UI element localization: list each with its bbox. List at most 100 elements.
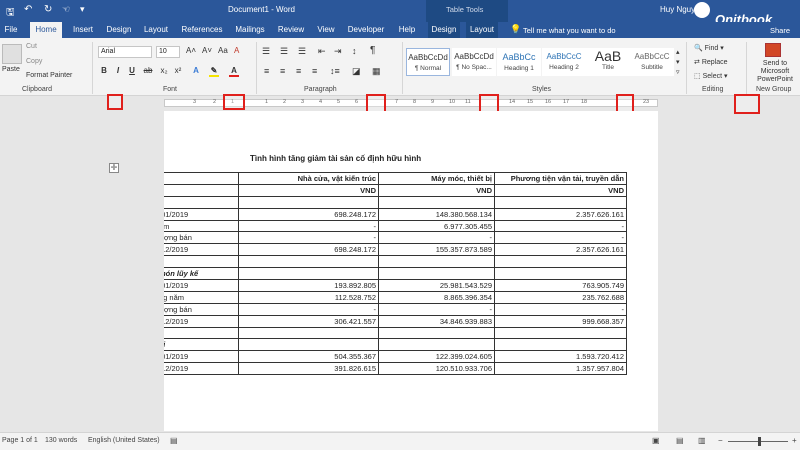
table-row[interactable]: /01/2019193.892.80525.981.543.529763.905… <box>164 279 627 292</box>
document-page[interactable]: Tình hình tăng giảm tài sản cố định hữu … <box>164 111 658 431</box>
tab-table-layout[interactable]: Layout <box>466 22 498 38</box>
font-color-icon[interactable]: A <box>229 66 239 77</box>
strikethrough-icon[interactable]: ab <box>143 66 153 75</box>
style-title[interactable]: AaB Title <box>586 48 630 76</box>
tab-mailings[interactable]: Mailings <box>232 22 268 38</box>
tab-file[interactable]: File <box>2 22 20 38</box>
style-normal[interactable]: AaBbCcDd ¶ Normal <box>406 48 450 76</box>
avatar[interactable] <box>694 2 710 18</box>
table-row[interactable] <box>164 195 627 209</box>
right-indent-marker-highlight[interactable] <box>734 94 760 114</box>
style-heading-1[interactable]: AaBbCc Heading 1 <box>497 48 541 76</box>
tab-review[interactable]: Review <box>276 22 306 38</box>
share-button[interactable]: Share <box>770 26 790 35</box>
touch-mode-icon[interactable]: ☜ <box>62 4 70 15</box>
tab-insert[interactable]: Insert <box>70 22 96 38</box>
find-button[interactable]: 🔍 Find ▾ <box>694 44 724 52</box>
cut-button[interactable]: Cut <box>26 43 37 50</box>
show-marks-icon[interactable]: ¶ <box>370 45 375 56</box>
table-row[interactable]: ăm-6.977.305.455- <box>164 219 627 233</box>
vertical-ruler[interactable] <box>0 111 8 431</box>
save-icon[interactable]: 🖫 <box>6 5 15 22</box>
print-layout-icon[interactable]: ▤ <box>676 436 684 445</box>
superscript-icon[interactable]: x² <box>173 66 183 75</box>
italic-icon[interactable]: I <box>113 66 123 75</box>
paste-button[interactable]: Paste <box>2 66 20 73</box>
customize-qat-icon[interactable]: ▾ <box>80 4 85 15</box>
table-section-row[interactable]: ại <box>164 338 627 352</box>
table-row[interactable]: /12/2019698.248.172155.357.873.5892.357.… <box>164 243 627 257</box>
asset-table[interactable]: Nhà cửa, vật kiến trúc Máy móc, thiết bị… <box>164 172 627 376</box>
styles-scroll-down-icon[interactable]: ▾ <box>676 58 680 66</box>
tab-view[interactable]: View <box>314 22 338 38</box>
align-left-icon[interactable]: ≡ <box>264 66 269 76</box>
styles-more-icon[interactable]: ▿ <box>676 68 680 76</box>
font-name-select[interactable]: Arial <box>98 46 152 58</box>
numbering-icon[interactable]: ☰ <box>280 46 288 57</box>
tab-help[interactable]: Help <box>396 22 418 38</box>
table-row[interactable]: ng năm112.528.7528.865.396.354235.762.68… <box>164 290 627 304</box>
shrink-font-icon[interactable]: A˅ <box>202 46 212 55</box>
tab-home[interactable]: Home <box>30 22 62 38</box>
table-row[interactable]: /01/2019504.355.367122.399.024.6051.593.… <box>164 350 627 364</box>
redo-icon[interactable]: ↻ <box>44 4 52 15</box>
tab-developer[interactable]: Developer <box>344 22 388 38</box>
left-indent-marker-highlight[interactable] <box>107 94 123 110</box>
clear-format-icon[interactable]: A <box>234 46 239 55</box>
table-section-row[interactable]: món lũy kế <box>164 267 627 281</box>
styles-scroll-up-icon[interactable]: ▴ <box>676 48 680 56</box>
change-case-icon[interactable]: Aa <box>218 46 228 55</box>
read-mode-icon[interactable]: ▣ <box>652 436 660 445</box>
tab-layout[interactable]: Layout <box>142 22 170 38</box>
style-no-spacing[interactable]: AaBbCcDd ¶ No Spac... <box>452 48 496 76</box>
align-right-icon[interactable]: ≡ <box>296 66 301 76</box>
paste-icon[interactable] <box>2 44 22 64</box>
bullets-icon[interactable]: ☰ <box>262 46 270 57</box>
format-painter-button[interactable]: Format Painter <box>26 72 72 79</box>
word-count[interactable]: 130 words <box>45 437 77 444</box>
style-subtitle[interactable]: AaBbCcC Subtitle <box>630 48 674 76</box>
font-size-select[interactable]: 10 <box>156 46 180 58</box>
macro-recording-icon[interactable]: ▤ <box>170 436 178 445</box>
borders-icon[interactable]: ▦ <box>372 66 381 77</box>
table-row[interactable]: /12/2019391.826.615120.510.933.7061.357.… <box>164 362 627 376</box>
underline-icon[interactable]: U <box>127 66 137 75</box>
text-effects-icon[interactable]: A <box>191 66 201 75</box>
select-button[interactable]: ⬚ Select ▾ <box>694 72 728 80</box>
zoom-in-icon[interactable]: + <box>792 436 797 445</box>
table-row[interactable] <box>164 326 627 340</box>
multilevel-icon[interactable]: ☰ <box>298 46 306 57</box>
table-row[interactable] <box>164 255 627 269</box>
copy-button[interactable]: Copy <box>26 58 42 65</box>
zoom-slider-thumb[interactable] <box>758 437 761 446</box>
style-heading-2[interactable]: AaBbCcC Heading 2 <box>542 48 586 76</box>
language-status[interactable]: English (United States) <box>88 437 160 444</box>
subscript-icon[interactable]: x₂ <box>159 66 169 75</box>
table-move-handle-icon[interactable]: ✛ <box>109 163 119 173</box>
bold-icon[interactable]: B <box>99 66 109 75</box>
grow-font-icon[interactable]: A˄ <box>186 46 196 55</box>
page-count[interactable]: Page 1 of 1 <box>2 437 38 444</box>
tab-design[interactable]: Design <box>104 22 134 38</box>
align-center-icon[interactable]: ≡ <box>280 66 285 76</box>
send-to-powerpoint-button[interactable]: Send to Microsoft PowerPoint <box>750 60 800 84</box>
table-row[interactable]: ượng bán--- <box>164 231 627 245</box>
shading-icon[interactable]: ◪ <box>352 66 361 77</box>
table-row[interactable]: /12/2019306.421.55734.846.939.883999.668… <box>164 314 627 328</box>
justify-icon[interactable]: ≡ <box>312 66 317 76</box>
undo-icon[interactable]: ↶ <box>24 4 32 15</box>
zoom-out-icon[interactable]: − <box>718 436 723 445</box>
decrease-indent-icon[interactable]: ⇤ <box>318 46 326 57</box>
web-layout-icon[interactable]: ▥ <box>698 436 706 445</box>
sort-icon[interactable]: ↕ <box>352 46 357 56</box>
increase-indent-icon[interactable]: ⇥ <box>334 46 342 57</box>
tell-me-search[interactable]: Tell me what you want to do <box>523 26 616 35</box>
column-marker-1-highlight[interactable] <box>223 94 245 110</box>
replace-button[interactable]: ⇄ Replace <box>694 58 728 66</box>
highlight-icon[interactable]: ✎ <box>209 66 219 77</box>
tab-table-design[interactable]: Design <box>428 22 460 38</box>
powerpoint-icon[interactable] <box>765 43 781 57</box>
tab-references[interactable]: References <box>178 22 226 38</box>
table-row[interactable]: ượng bán--- <box>164 302 627 316</box>
table-row[interactable]: /01/2019698.248.172148.380.568.1342.357.… <box>164 207 627 221</box>
